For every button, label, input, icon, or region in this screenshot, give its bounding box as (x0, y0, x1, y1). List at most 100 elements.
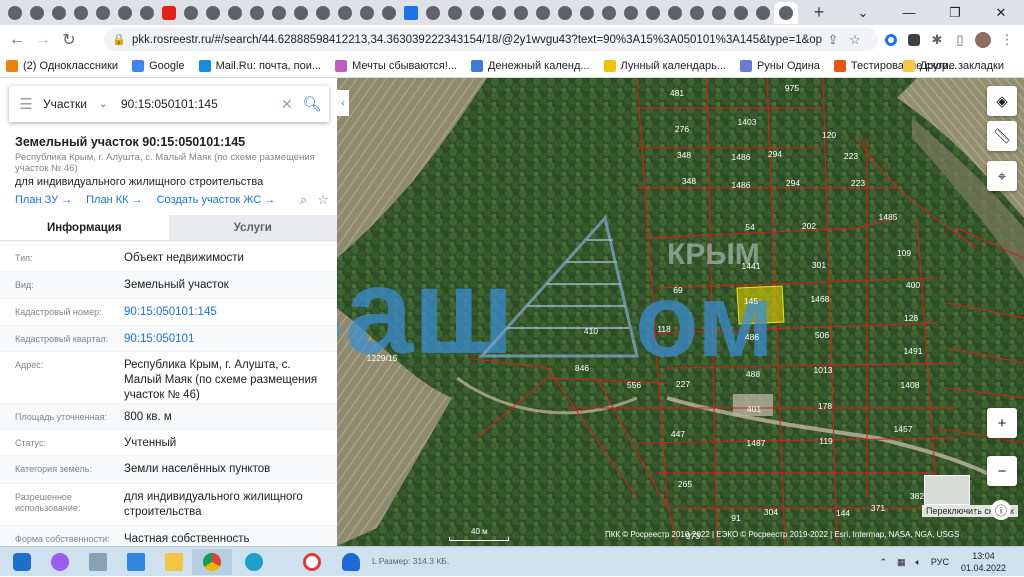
parcel-label[interactable]: 486 (745, 332, 759, 342)
parcel-label[interactable]: 447 (671, 429, 685, 439)
parcel-label[interactable]: 178 (818, 401, 832, 411)
parcel-label[interactable]: 1486 (732, 152, 751, 162)
zoom-in-button[interactable]: + (987, 408, 1017, 438)
tab-favicon-icon[interactable] (26, 2, 48, 24)
parcel-label[interactable]: 1486 (732, 180, 751, 190)
tab-favicon-icon[interactable] (400, 2, 422, 24)
basemap-thumbnail[interactable] (924, 475, 970, 505)
start-button[interactable] (4, 549, 40, 575)
bookmark-item[interactable]: (2) Одноклассники (6, 59, 118, 72)
attribute-value[interactable]: 90:15:050101 (124, 332, 329, 351)
parcel-label[interactable]: 975 (785, 83, 799, 93)
tab-search-icon[interactable]: ⌄ (840, 0, 886, 25)
tab-favicon-icon[interactable] (488, 2, 510, 24)
parcel-label[interactable]: 265 (678, 479, 692, 489)
parcel-label[interactable]: 120 (822, 130, 836, 140)
parcel-label[interactable]: 1229/15 (367, 353, 398, 363)
zoom-to-icon[interactable]: ⌕ (300, 192, 307, 208)
info-circle-icon[interactable]: ⓘ (991, 500, 1011, 520)
menu-icon[interactable]: ☰ (9, 95, 43, 113)
parcel-label[interactable]: 488 (746, 369, 760, 379)
language-indicator[interactable]: РУС (931, 557, 949, 567)
parcel-label[interactable]: 401 (747, 404, 761, 414)
parcel-label[interactable]: 410 (584, 326, 598, 336)
new-tab-button[interactable]: + (808, 2, 830, 23)
tab-favicon-icon[interactable] (136, 2, 158, 24)
home-icon[interactable]: ⌂ (972, 504, 986, 518)
tab-favicon-icon[interactable] (752, 2, 774, 24)
alice-icon[interactable] (42, 549, 78, 575)
tab-favicon-icon[interactable] (48, 2, 70, 24)
locate-icon[interactable]: ⌖ (987, 161, 1017, 191)
tab-favicon-icon[interactable] (730, 2, 752, 24)
parcel-label[interactable]: 481 (670, 88, 684, 98)
close-window-button[interactable]: ✕ (978, 0, 1024, 25)
parcel-label[interactable]: 1491 (904, 346, 923, 356)
puzzle-icon[interactable]: ✱ (926, 29, 948, 51)
maximize-button[interactable]: ❐ (932, 0, 978, 25)
bookmark-item[interactable]: Mail.Ru: почта, пои... (198, 59, 321, 72)
ruler-icon[interactable]: 📏︎ (987, 121, 1017, 151)
bookmark-item[interactable]: Руны Одина (739, 59, 820, 72)
tab-favicon-icon[interactable] (356, 2, 378, 24)
search-category[interactable]: Участки (43, 97, 99, 111)
bookmark-item[interactable]: Мечты сбываются!... (335, 59, 457, 72)
tab-favicon-icon[interactable] (686, 2, 708, 24)
extension-icon[interactable] (880, 29, 902, 51)
tab-favicon-icon[interactable] (378, 2, 400, 24)
extension-icon[interactable] (903, 29, 925, 51)
tab-favicon-icon[interactable] (334, 2, 356, 24)
parcel-label[interactable]: 1013 (814, 365, 833, 375)
clear-icon[interactable]: ✕ (281, 96, 299, 113)
network-icon[interactable]: ▦ (897, 557, 906, 568)
tab-favicon-icon[interactable] (268, 2, 290, 24)
parcel-label[interactable]: 556 (627, 380, 641, 390)
create-parcel-link[interactable]: Создать участок ЖС → (157, 194, 276, 206)
parcel-label[interactable]: 109 (897, 248, 911, 258)
parcel-label[interactable]: 294 (786, 178, 800, 188)
edge-icon[interactable] (236, 549, 272, 575)
bookmark-item[interactable]: Лунный календарь... (603, 59, 726, 72)
parcel-label[interactable]: 54 (745, 222, 755, 232)
tab-favicon-icon[interactable] (466, 2, 488, 24)
tab-favicon-icon[interactable] (576, 2, 598, 24)
parcel-label[interactable]: 400 (906, 280, 920, 290)
parcel-label[interactable]: 202 (802, 221, 816, 231)
parcel-label[interactable]: 1403 (738, 117, 757, 127)
tab-favicon-icon[interactable] (444, 2, 466, 24)
tab-favicon-icon[interactable] (180, 2, 202, 24)
parcel-label[interactable]: 118 (657, 324, 671, 334)
map-view[interactable]: Ваш КРЫМ ом 4819751403276120348148629422… (337, 78, 1024, 546)
parcel-label[interactable]: 227 (676, 379, 690, 389)
tab-info[interactable]: Информация (0, 215, 169, 240)
volume-icon[interactable]: 🔈︎ (916, 557, 921, 568)
tab-favicon-icon[interactable] (290, 2, 312, 24)
parcel-label[interactable]: 1485 (879, 212, 898, 222)
yandex-browser-icon[interactable] (294, 549, 330, 575)
tray-chevron-icon[interactable]: ⌃ (879, 557, 887, 568)
tab-favicon-icon[interactable] (554, 2, 576, 24)
url-text[interactable]: pkk.rosreestr.ru/#/search/44.62888598412… (132, 34, 822, 46)
minimize-button[interactable]: — (886, 0, 932, 25)
parcel-label[interactable]: 846 (575, 363, 589, 373)
tab-favicon-icon[interactable] (114, 2, 136, 24)
tab-favicon-icon[interactable] (532, 2, 554, 24)
tab-favicon-icon[interactable] (422, 2, 444, 24)
parcel-label[interactable]: 371 (871, 503, 885, 513)
parcel-label[interactable]: 223 (844, 151, 858, 161)
menu-dots-icon[interactable]: ⋮ (996, 29, 1018, 51)
tab-favicon-icon[interactable] (642, 2, 664, 24)
parcel-label[interactable]: 304 (764, 507, 778, 517)
avatar[interactable] (972, 29, 994, 51)
layers-icon[interactable]: ◈ (987, 86, 1017, 116)
explorer-icon[interactable] (156, 549, 192, 575)
parcel-label[interactable]: 144 (836, 508, 850, 518)
favorite-star-icon[interactable]: ☆ (317, 192, 329, 208)
search-input[interactable]: 90:15:050101:145 (121, 97, 281, 111)
parcel-label[interactable]: 128 (904, 313, 918, 323)
parcel-label[interactable]: 119 (819, 436, 833, 446)
tab-favicon-icon[interactable] (158, 2, 180, 24)
tab-favicon-icon[interactable] (708, 2, 730, 24)
zoom-out-button[interactable]: − (987, 456, 1017, 486)
parcel-label[interactable]: 1441 (742, 261, 761, 271)
